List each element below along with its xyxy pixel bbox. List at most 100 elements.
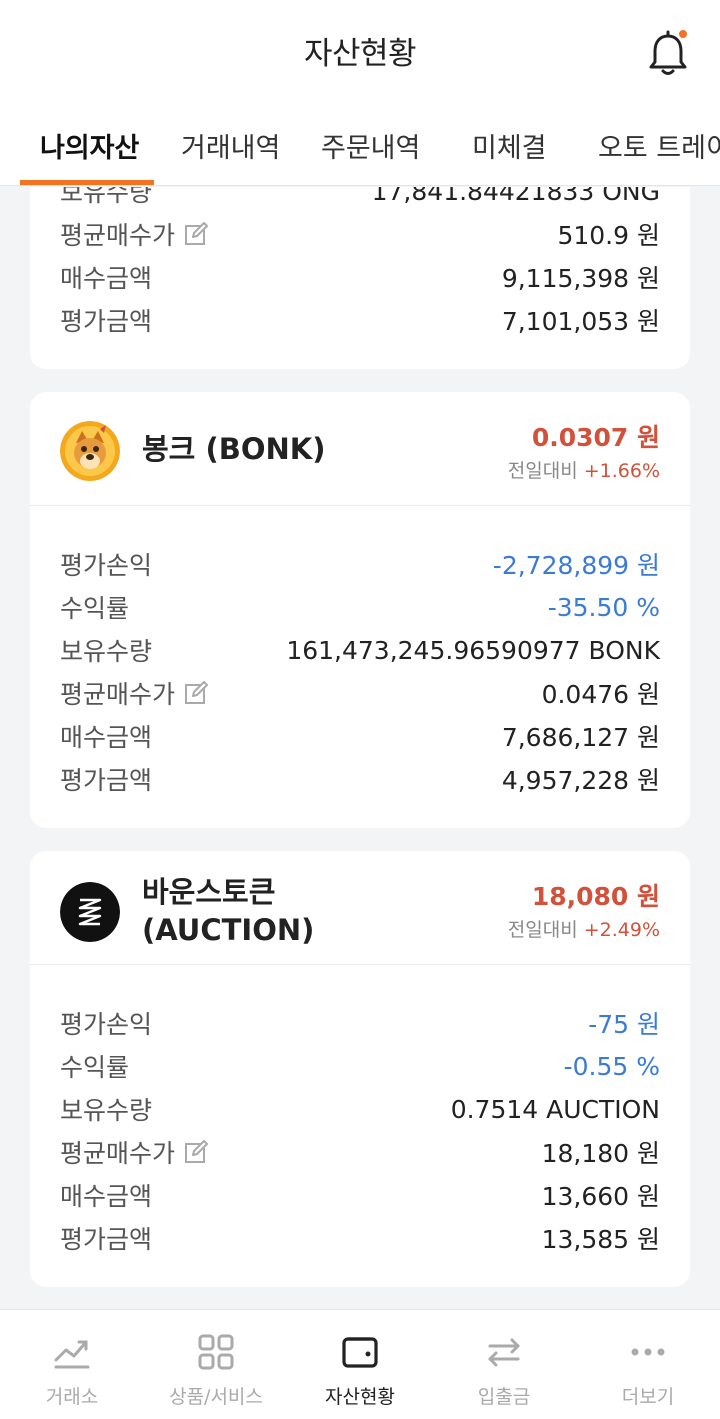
change-percent: +1.66% xyxy=(583,460,660,482)
row-value: 161,473,245.96590977 BONK xyxy=(286,635,660,665)
row-value: 9,115,398 원 xyxy=(501,264,660,293)
coin-name-line2: (AUCTION) xyxy=(142,913,315,947)
nav-deposit-withdraw[interactable]: 입출금 xyxy=(432,1310,576,1419)
bonk-dog-icon xyxy=(60,421,120,481)
row-label-text: 평균매수가 xyxy=(60,680,176,709)
row-label: 보유수량 xyxy=(60,637,153,666)
tab-trade-history[interactable]: 거래내역 xyxy=(181,126,280,165)
row-value: -75 원 xyxy=(588,1010,660,1039)
row-label: 수익률 xyxy=(60,1053,130,1082)
row-value: -35.50 % xyxy=(547,592,660,622)
asset-row: 평가금액 7,101,053 원 xyxy=(60,300,660,340)
row-value: 18,180 원 xyxy=(541,1139,660,1168)
asset-row: 수익률 -35.50 % xyxy=(60,587,660,627)
row-label-text: 평균매수가 xyxy=(60,221,176,250)
transfer-arrows-icon xyxy=(488,1338,520,1367)
more-dots-icon xyxy=(631,1348,665,1356)
nav-label: 상품/서비스 xyxy=(169,1386,263,1408)
daily-change: 전일대비 +1.66% xyxy=(508,456,660,483)
change-label: 전일대비 xyxy=(507,460,578,482)
app-header: 자산현황 xyxy=(0,0,720,100)
tab-my-assets[interactable]: 나의자산 xyxy=(40,126,139,165)
row-value: 0.0476 원 xyxy=(541,680,660,709)
grid-icon xyxy=(198,1334,234,1370)
asset-row: 평가손익 -75 원 xyxy=(60,1003,660,1043)
coin-name: 봉크 (BONK) xyxy=(142,432,326,466)
edit-icon[interactable] xyxy=(183,1139,209,1165)
nav-label: 자산현황 xyxy=(325,1386,395,1408)
edit-icon[interactable] xyxy=(183,221,209,247)
edit-icon[interactable] xyxy=(183,680,209,706)
nav-products[interactable]: 상품/서비스 xyxy=(144,1310,288,1419)
asset-row: 보유수량 0.7514 AUCTION xyxy=(60,1089,660,1129)
asset-row: 매수금액 13,660 원 xyxy=(60,1175,660,1215)
row-label: 평균매수가 xyxy=(60,675,209,711)
row-value: 510.9 원 xyxy=(557,221,660,250)
chart-trend-icon xyxy=(54,1340,90,1369)
asset-row: 보유수량 17,841.84421833 ONG xyxy=(60,187,660,211)
row-label: 평가금액 xyxy=(60,1225,153,1254)
row-value: 13,660 원 xyxy=(541,1182,660,1211)
row-label: 보유수량 xyxy=(60,187,153,207)
row-label: 평가금액 xyxy=(60,766,153,795)
row-label: 평균매수가 xyxy=(60,216,209,252)
daily-change: 전일대비 +2.49% xyxy=(508,915,660,942)
asset-card-bonk[interactable]: 봉크 (BONK) 0.0307 원 전일대비 +1.66% 평가손익 -2,7… xyxy=(30,392,690,828)
row-label: 평가손익 xyxy=(60,1010,153,1039)
asset-row: 매수금액 9,115,398 원 xyxy=(60,257,660,297)
row-value: 4,957,228 원 xyxy=(501,766,660,795)
nav-exchange[interactable]: 거래소 xyxy=(0,1310,144,1419)
row-label: 평가금액 xyxy=(60,307,153,336)
asset-list[interactable]: 보유수량 17,841.84421833 ONG 평균매수가 510.9 원 매… xyxy=(0,187,720,1309)
bounce-token-icon xyxy=(60,882,120,942)
coin-name-line1: 바운스토큰 xyxy=(142,875,276,909)
row-label: 보유수량 xyxy=(60,1096,153,1125)
row-label: 매수금액 xyxy=(60,1182,153,1211)
tab-unfilled[interactable]: 미체결 xyxy=(472,126,547,165)
change-label: 전일대비 xyxy=(507,919,578,941)
row-value: -0.55 % xyxy=(563,1051,660,1081)
row-value: 0.7514 AUCTION xyxy=(450,1094,660,1124)
nav-label: 더보기 xyxy=(621,1386,675,1408)
bottom-navigation: 거래소 상품/서비스 자산현황 입출금 더보기 xyxy=(0,1309,720,1419)
asset-row: 수익률 -0.55 % xyxy=(60,1046,660,1086)
notification-button[interactable] xyxy=(646,30,690,78)
asset-card-ong: 보유수량 17,841.84421833 ONG 평균매수가 510.9 원 매… xyxy=(30,187,690,369)
nav-assets[interactable]: 자산현황 xyxy=(288,1310,432,1419)
asset-row: 평가금액 13,585 원 xyxy=(60,1218,660,1258)
row-value: 7,101,053 원 xyxy=(501,307,660,336)
asset-row: 매수금액 7,686,127 원 xyxy=(60,716,660,756)
row-label-text: 평균매수가 xyxy=(60,1139,176,1168)
row-value: 7,686,127 원 xyxy=(501,723,660,752)
nav-label: 입출금 xyxy=(477,1386,531,1408)
row-label: 평가손익 xyxy=(60,551,153,580)
current-price: 18,080 원 xyxy=(531,882,660,911)
active-tab-indicator xyxy=(20,180,154,185)
coin-name: 바운스토큰 (AUCTION) xyxy=(142,873,314,949)
nav-more[interactable]: 더보기 xyxy=(576,1310,720,1419)
asset-row: 평균매수가 0.0476 원 xyxy=(60,673,660,713)
row-label: 평균매수가 xyxy=(60,1134,209,1170)
row-label: 수익률 xyxy=(60,594,130,623)
row-label: 매수금액 xyxy=(60,264,153,293)
asset-card-auction[interactable]: 바운스토큰 (AUCTION) 18,080 원 전일대비 +2.49% 평가손… xyxy=(30,851,690,1287)
page-title: 자산현황 xyxy=(303,35,417,72)
nav-label: 거래소 xyxy=(45,1386,99,1408)
notification-badge xyxy=(679,30,687,38)
row-value: 17,841.84421833 ONG xyxy=(371,187,660,206)
row-value: 13,585 원 xyxy=(541,1225,660,1254)
asset-row: 평균매수가 18,180 원 xyxy=(60,1132,660,1172)
asset-row: 평가금액 4,957,228 원 xyxy=(60,759,660,799)
tab-auto-trade[interactable]: 오토 트레이 xyxy=(598,126,720,165)
asset-row: 평가손익 -2,728,899 원 xyxy=(60,544,660,584)
coin-header[interactable]: 봉크 (BONK) 0.0307 원 전일대비 +1.66% xyxy=(30,392,690,506)
tab-order-history[interactable]: 주문내역 xyxy=(321,126,420,165)
change-percent: +2.49% xyxy=(583,919,660,941)
coin-header[interactable]: 바운스토큰 (AUCTION) 18,080 원 전일대비 +2.49% xyxy=(30,851,690,965)
asset-row: 평균매수가 510.9 원 xyxy=(60,214,660,254)
asset-tabs: 나의자산 거래내역 주문내역 미체결 오토 트레이 xyxy=(0,100,720,186)
row-label: 매수금액 xyxy=(60,723,153,752)
asset-row: 보유수량 161,473,245.96590977 BONK xyxy=(60,630,660,670)
row-value: -2,728,899 원 xyxy=(492,551,660,580)
wallet-icon xyxy=(342,1337,378,1368)
